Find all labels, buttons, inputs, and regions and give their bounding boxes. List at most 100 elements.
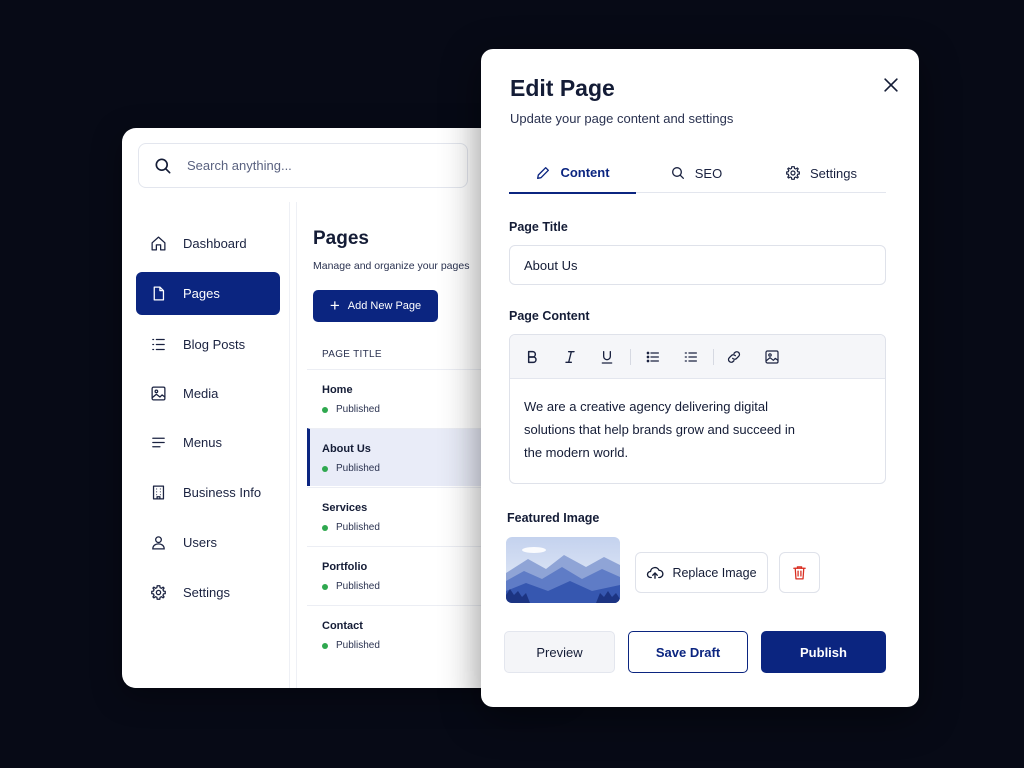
status-dot-icon [322,583,328,590]
bold-button[interactable] [522,347,542,367]
sidebar-item-label: Media [183,386,219,401]
row-title: Home [322,384,353,396]
delete-image-button[interactable] [779,552,820,593]
link-button[interactable] [724,347,744,367]
status-badge: Published [322,463,380,474]
replace-image-button[interactable]: Replace Image [635,552,768,593]
search-icon [155,158,171,173]
status-badge: Published [322,404,380,415]
status-dot-icon [322,406,328,413]
sidebar-item-label: Menus [183,435,223,450]
home-icon [151,236,166,251]
image-icon [151,386,166,401]
search-icon [671,167,684,179]
sidebar-item-dashboard[interactable]: Dashboard [136,222,280,265]
bold-icon [527,350,537,364]
tab-settings[interactable]: Settings [756,153,886,193]
status-dot-icon [322,524,328,531]
tab-bar: Content SEO Settings [509,153,886,194]
pencil-icon [537,166,550,179]
sidebar-item-users[interactable]: Users [136,521,280,564]
gear-icon [786,166,800,180]
user-icon [152,536,165,550]
close-icon[interactable] [881,75,901,95]
modal-subtitle: Update your page content and settings [510,111,734,126]
tab-label: SEO [694,165,723,181]
status-badge: Published [322,522,380,533]
tab-label: Content [560,165,610,180]
modal-title: Edit Page [510,75,615,101]
row-title: Services [322,502,368,514]
sidebar-item-menus[interactable]: Menus [136,421,280,464]
row-title: Contact [322,620,363,632]
featured-image-thumbnail [506,537,620,603]
file-icon [153,286,165,301]
toolbar-divider [713,349,714,365]
sidebar-item-label: Users [183,535,217,550]
rich-text-editor: We are a creative agency delivering digi… [509,334,886,484]
tab-seo[interactable]: SEO [636,153,756,193]
search-input[interactable] [187,158,447,173]
numbered-list-button[interactable] [681,347,701,367]
sidebar-item-label: Business Info [183,485,262,500]
preview-button[interactable]: Preview [504,631,615,673]
row-title: About Us [322,443,371,455]
cloud-upload-icon [647,566,664,579]
mountain-landscape-image [506,537,620,603]
edit-page-modal: Edit Page Update your page content and s… [481,49,919,707]
sidebar-item-business-info[interactable]: Business Info [136,471,280,514]
tab-content[interactable]: Content [509,153,636,194]
add-new-page-button[interactable]: + Add New Page [313,290,438,322]
gear-icon [151,585,166,600]
underline-icon [601,351,613,364]
editor-content[interactable]: We are a creative agency delivering digi… [510,379,810,480]
status-label: Published [336,581,380,592]
sidebar-item-settings[interactable]: Settings [136,571,280,614]
page-content-label: Page Content [509,309,590,323]
status-dot-icon [322,642,328,649]
status-label: Published [336,640,380,651]
sidebar-item-blog-posts[interactable]: Blog Posts [136,323,280,366]
underline-button[interactable] [597,347,617,367]
sidebar-item-label: Blog Posts [183,337,246,352]
status-dot-icon [322,465,328,472]
building-icon [152,485,165,500]
plus-icon: + [329,295,340,315]
search-bar[interactable] [138,143,468,188]
save-draft-button[interactable]: Save Draft [628,631,748,673]
list-icon [152,338,165,351]
italic-icon [565,351,575,363]
trash-icon [793,566,806,580]
sidebar-item-pages[interactable]: Pages [136,272,280,315]
page-title-label: Page Title [509,220,568,234]
add-new-page-label: Add New Page [347,300,422,312]
toolbar-divider [630,349,631,365]
editor-toolbar [510,335,885,379]
status-label: Published [336,522,380,533]
bullet-list-icon [646,351,659,363]
status-label: Published [336,463,380,474]
page-title-input[interactable] [509,245,886,285]
sidebar-item-label: Pages [183,286,220,301]
tab-label: Settings [810,165,857,181]
bullet-list-button[interactable] [643,347,663,367]
numbered-list-icon [684,352,697,362]
status-badge: Published [322,640,380,651]
column-header: PAGE TITLE [322,349,382,360]
italic-button[interactable] [560,347,580,367]
image-icon [765,350,779,364]
sidebar-item-label: Dashboard [183,236,247,251]
featured-image-label: Featured Image [507,511,600,525]
sidebar-item-label: Settings [183,585,230,600]
link-icon [727,351,741,363]
replace-image-label: Replace Image [672,565,757,580]
sidebar-item-media[interactable]: Media [136,372,280,415]
menu-icon [152,437,165,448]
insert-image-button[interactable] [762,347,782,367]
publish-button[interactable]: Publish [761,631,886,673]
pages-title: Pages [313,228,369,249]
sidebar: Dashboard Pages Blog Posts Media Menus B… [126,202,290,688]
status-badge: Published [322,581,380,592]
status-label: Published [336,404,380,415]
row-title: Portfolio [322,561,368,573]
